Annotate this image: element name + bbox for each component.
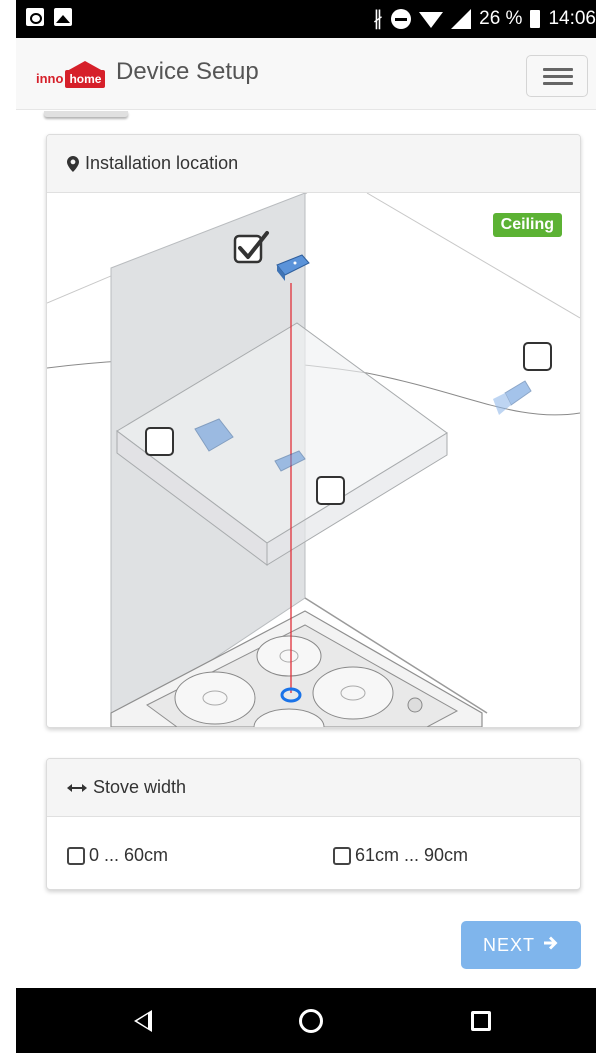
stove-width-options: 0 ... 60cm 61cm ... 90cm (47, 817, 580, 866)
logo-inno-text: inno (36, 71, 64, 86)
checkbox-61-90[interactable] (333, 846, 351, 865)
stove-option-61-90[interactable]: 61cm ... 90cm (333, 845, 468, 866)
arrow-right-icon (543, 935, 559, 956)
signal-icon (451, 8, 472, 29)
bluetooth-icon: ∦ (373, 8, 384, 30)
logo-home-text: home (65, 61, 106, 88)
battery-percent: 26 % (479, 7, 523, 29)
status-bar: ∦ 26 % 14:06 (16, 0, 596, 38)
main-content[interactable]: Installation location Ceiling Stove widt… (16, 111, 596, 988)
kitchen-scene (47, 192, 580, 727)
kitchen-illustration: Ceiling (47, 192, 580, 727)
arrows-horizontal-icon (67, 783, 87, 793)
stove-width-header: Stove width (47, 759, 580, 817)
checkbox-wall-right[interactable] (523, 342, 552, 371)
installation-location-card: Installation location Ceiling (46, 134, 581, 728)
map-marker-icon (67, 155, 79, 172)
recents-icon[interactable] (471, 1011, 491, 1031)
app-header: inno home Device Setup (16, 38, 596, 110)
hamburger-line (543, 82, 573, 85)
installation-location-title: Installation location (85, 153, 239, 173)
do-not-disturb-icon (391, 8, 412, 29)
menu-button[interactable] (526, 55, 588, 97)
location-badge: Ceiling (492, 213, 562, 237)
battery-icon (530, 9, 541, 28)
checkbox-ceiling[interactable] (233, 231, 269, 264)
installation-location-header: Installation location (47, 135, 580, 193)
outlook-icon (26, 8, 44, 26)
image-icon (54, 8, 72, 26)
back-icon[interactable] (134, 1010, 152, 1032)
checkbox-0-60[interactable] (67, 846, 85, 865)
home-icon[interactable] (299, 1009, 323, 1033)
hamburger-menu-icon (543, 68, 573, 71)
stove-width-card: Stove width 0 ... 60cm 61cm ... 90cm (46, 758, 581, 890)
stove-option-label: 61cm ... 90cm (355, 845, 469, 865)
checkbox-hood-bottom[interactable] (316, 476, 345, 505)
screen: ∦ 26 % 14:06 inno home Device Setup Inst… (0, 0, 596, 1053)
innohome-logo[interactable]: inno home (36, 60, 106, 88)
hamburger-line (543, 75, 573, 78)
page-title: Device Setup (116, 58, 259, 85)
navigation-bar (16, 988, 596, 1053)
next-button[interactable]: NEXT (461, 921, 581, 969)
checkbox-hood-side[interactable] (145, 427, 174, 456)
stove-option-label: 0 ... 60cm (89, 845, 169, 865)
clock: 14:06 (548, 7, 596, 29)
wifi-icon (419, 11, 444, 28)
previous-card-edge (44, 111, 128, 117)
stove-width-title: Stove width (93, 777, 187, 797)
stove-option-0-60[interactable]: 0 ... 60cm (67, 845, 333, 866)
next-label: NEXT (482, 934, 535, 955)
